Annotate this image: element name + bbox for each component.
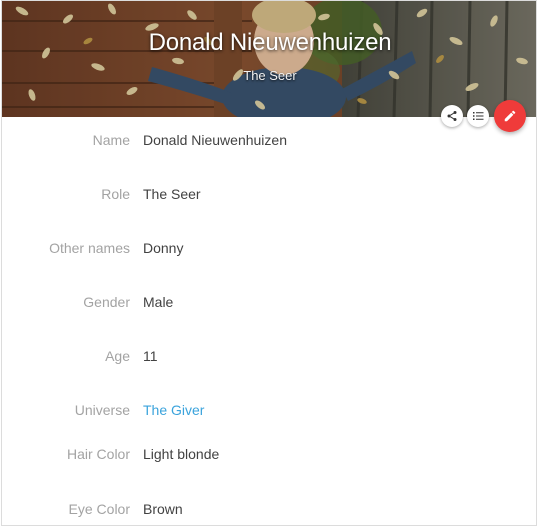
universe-link[interactable]: The Giver bbox=[143, 402, 204, 418]
header-banner: Donald Nieuwenhuizen The Seer bbox=[2, 1, 536, 117]
field-value-name: Donald Nieuwenhuizen bbox=[143, 132, 287, 148]
field-label-eye-color: Eye Color bbox=[68, 501, 130, 517]
field-value-role: The Seer bbox=[143, 186, 201, 202]
field-label-hair-color: Hair Color bbox=[66, 446, 130, 462]
character-card: Donald Nieuwenhuizen The Seer Name Donal… bbox=[1, 0, 537, 526]
field-label-name: Name bbox=[92, 132, 130, 148]
field-label-age: Age bbox=[105, 348, 130, 364]
list-icon bbox=[472, 112, 483, 120]
field-label-other-names: Other names bbox=[49, 240, 130, 256]
character-role-subtitle: The Seer bbox=[243, 68, 297, 83]
share-button[interactable] bbox=[441, 105, 463, 127]
share-icon bbox=[447, 111, 457, 121]
field-label-gender: Gender bbox=[83, 294, 130, 310]
banner-photo bbox=[2, 1, 536, 117]
field-value-gender: Male bbox=[143, 294, 174, 310]
edit-button[interactable] bbox=[494, 100, 526, 132]
field-value-age: 11 bbox=[143, 348, 158, 364]
list-button[interactable] bbox=[467, 105, 489, 127]
field-label-role: Role bbox=[101, 186, 130, 202]
field-label-universe: Universe bbox=[74, 402, 130, 418]
field-value-other-names: Donny bbox=[143, 240, 184, 256]
pencil-icon bbox=[504, 110, 516, 122]
field-value-eye-color: Brown bbox=[143, 501, 183, 517]
character-name-title: Donald Nieuwenhuizen bbox=[148, 29, 392, 56]
field-value-hair-color: Light blonde bbox=[143, 446, 220, 462]
